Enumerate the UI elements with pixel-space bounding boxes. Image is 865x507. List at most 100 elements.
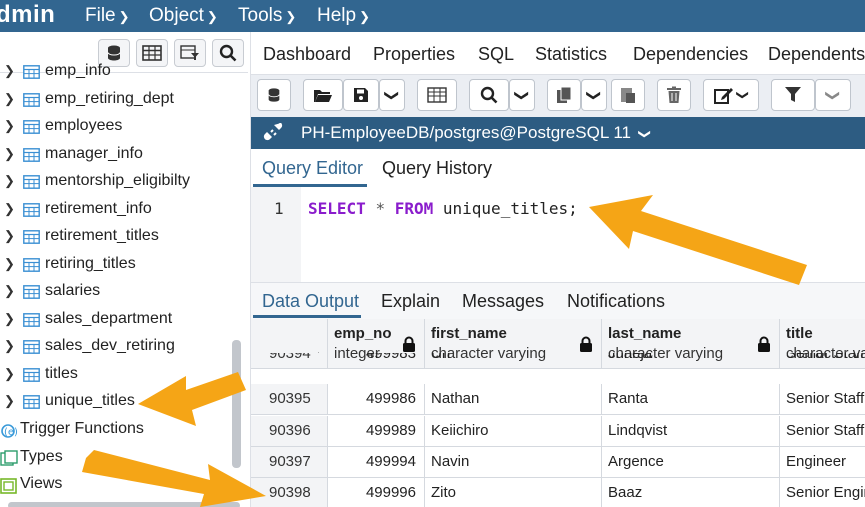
menu-file[interactable]: File ❯ xyxy=(85,5,130,27)
tab-sql[interactable]: SQL xyxy=(478,44,514,65)
cell-title[interactable]: Engineer xyxy=(780,447,865,478)
filter-options-dropdown[interactable]: ❯ xyxy=(815,79,851,111)
tab-statistics[interactable]: Statistics xyxy=(535,44,607,65)
tree-item-label: mentorship_eligibilty xyxy=(45,172,190,189)
cell-first-name[interactable]: Nathan xyxy=(425,384,602,415)
plug-connected-icon[interactable] xyxy=(261,123,285,143)
table-row[interactable]: 90394 499983 Uri Juneja Senior Staff xyxy=(251,353,865,384)
cell-first-name[interactable]: Keiichiro xyxy=(425,416,602,447)
edit-data-button[interactable] xyxy=(417,79,457,111)
table-row[interactable]: 90397 499994 Navin Argence Engineer xyxy=(251,447,865,478)
tree-item-table[interactable]: ❯ salaries xyxy=(0,279,235,306)
cell-last-name[interactable]: Lindqvist xyxy=(602,416,780,447)
menu-object[interactable]: Object ❯ xyxy=(149,5,218,27)
cell-title[interactable]: Senior Engin xyxy=(780,478,865,507)
chevron-right-icon[interactable]: ❯ xyxy=(4,118,15,134)
row-number[interactable]: 90395 xyxy=(251,384,328,415)
tree-item-table[interactable]: ❯ titles xyxy=(0,362,235,389)
tree-item-table[interactable]: ❯ retirement_info xyxy=(0,197,235,224)
cell-emp-no[interactable]: 499983 xyxy=(328,353,425,369)
tree-item-label: manager_info xyxy=(45,144,143,162)
cell-title[interactable]: Senior Staff xyxy=(780,353,865,369)
tab-dependencies[interactable]: Dependencies xyxy=(633,44,748,65)
tree-item-table[interactable]: ❯ retirement_titles xyxy=(0,224,235,251)
semicolon: ; xyxy=(568,199,578,218)
tab-messages[interactable]: Messages xyxy=(462,291,544,312)
chevron-right-icon[interactable]: ❯ xyxy=(4,283,15,299)
chevron-right-icon[interactable]: ❯ xyxy=(4,228,15,244)
tree-item-table[interactable]: ❯ employees xyxy=(0,114,235,141)
tree-item-table[interactable]: ❯ unique_titles xyxy=(0,389,235,416)
cell-title[interactable]: Senior Staff xyxy=(780,416,865,447)
tree-item-table[interactable]: ❯ sales_department xyxy=(0,307,235,334)
save-file-button[interactable] xyxy=(343,79,379,111)
keyword-from: FROM xyxy=(394,199,434,218)
chevron-right-icon[interactable]: ❯ xyxy=(4,256,15,272)
tree-item-table[interactable]: ❯ retiring_titles xyxy=(0,252,235,279)
tree-item-table[interactable]: ❯ manager_info xyxy=(0,142,235,169)
edit-icon xyxy=(713,88,733,104)
menu-help[interactable]: Help ❯ xyxy=(317,5,370,27)
row-number[interactable]: 90398 xyxy=(251,478,328,507)
delete-button[interactable] xyxy=(657,79,691,111)
chevron-right-icon[interactable]: ❯ xyxy=(4,338,15,354)
paste-button[interactable] xyxy=(611,79,645,111)
cell-first-name[interactable]: Navin xyxy=(425,447,602,478)
edit-menu-button[interactable]: ❯ xyxy=(703,79,759,111)
tab-properties[interactable]: Properties xyxy=(373,44,455,65)
server-connection-button[interactable] xyxy=(257,79,291,111)
cell-first-name[interactable]: Uri xyxy=(425,353,602,369)
save-options-dropdown[interactable]: ❯ xyxy=(379,79,405,111)
cell-last-name[interactable]: Ranta xyxy=(602,384,780,415)
filter-button[interactable] xyxy=(771,79,815,111)
tab-explain[interactable]: Explain xyxy=(381,291,440,312)
tab-dependents[interactable]: Dependents xyxy=(768,44,865,65)
row-number[interactable]: 90396 xyxy=(251,416,328,447)
chevron-right-icon[interactable]: ❯ xyxy=(4,366,15,382)
table-row[interactable]: 90395 499986 Nathan Ranta Senior Staff xyxy=(251,384,865,415)
chevron-right-icon[interactable]: ❯ xyxy=(4,201,15,217)
chevron-right-icon[interactable]: ❯ xyxy=(4,63,15,79)
tree-item-table[interactable]: ❯ emp_info xyxy=(0,59,235,86)
connection-selector[interactable]: PH-EmployeeDB/postgres@PostgreSQL 11 ❯ xyxy=(301,123,652,143)
cell-emp-no[interactable]: 499986 xyxy=(328,384,425,415)
tree-item-table[interactable]: ❯ sales_dev_retiring xyxy=(0,334,235,361)
menu-tools[interactable]: Tools ❯ xyxy=(238,5,296,27)
cell-emp-no[interactable]: 499994 xyxy=(328,447,425,478)
lock-icon xyxy=(580,336,592,352)
cell-last-name[interactable]: Baaz xyxy=(602,478,780,507)
tab-query-editor[interactable]: Query Editor xyxy=(262,158,363,179)
tab-data-output[interactable]: Data Output xyxy=(262,291,359,312)
sql-editor[interactable]: 1 SELECT * FROM unique_titles; xyxy=(251,187,865,282)
tree-item-table[interactable]: ❯ emp_retiring_dept xyxy=(0,87,235,114)
tree-item-label: employees xyxy=(45,117,123,134)
tab-dashboard[interactable]: Dashboard xyxy=(263,44,351,65)
tab-notifications[interactable]: Notifications xyxy=(567,291,665,312)
copy-options-dropdown[interactable]: ❯ xyxy=(581,79,607,111)
chevron-right-icon[interactable]: ❯ xyxy=(4,91,15,107)
tree-vertical-scrollbar[interactable] xyxy=(232,340,241,468)
tree-item-table[interactable]: ❯ mentorship_eligibilty xyxy=(0,169,235,196)
table-row[interactable]: 90396 499989 Keiichiro Lindqvist Senior Staf… xyxy=(251,416,865,447)
row-number[interactable]: 90397 xyxy=(251,447,328,478)
row-number[interactable]: 90394 xyxy=(251,353,328,369)
sql-code[interactable]: SELECT * FROM unique_titles; xyxy=(308,199,578,218)
cell-emp-no[interactable]: 499996 xyxy=(328,478,425,507)
chevron-right-icon[interactable]: ❯ xyxy=(4,311,15,327)
chevron-right-icon[interactable]: ❯ xyxy=(4,146,15,162)
table-row[interactable]: 90398 499996 Zito Baaz Senior Engin xyxy=(251,478,865,507)
tree-item-label: retiring_titles xyxy=(45,254,136,272)
chevron-right-icon[interactable]: ❯ xyxy=(4,173,15,189)
cell-last-name[interactable]: Argence xyxy=(602,447,780,478)
cell-title[interactable]: Senior Staff xyxy=(780,384,865,415)
cell-first-name[interactable]: Zito xyxy=(425,478,602,507)
tree-horizontal-scrollbar[interactable] xyxy=(8,502,240,507)
find-options-dropdown[interactable]: ❯ xyxy=(509,79,535,111)
open-file-button[interactable] xyxy=(303,79,343,111)
copy-button[interactable] xyxy=(547,79,581,111)
cell-last-name[interactable]: Juneja xyxy=(602,353,780,369)
tab-query-history[interactable]: Query History xyxy=(382,158,492,179)
chevron-right-icon[interactable]: ❯ xyxy=(4,393,15,409)
cell-emp-no[interactable]: 499989 xyxy=(328,416,425,447)
find-button[interactable] xyxy=(469,79,509,111)
